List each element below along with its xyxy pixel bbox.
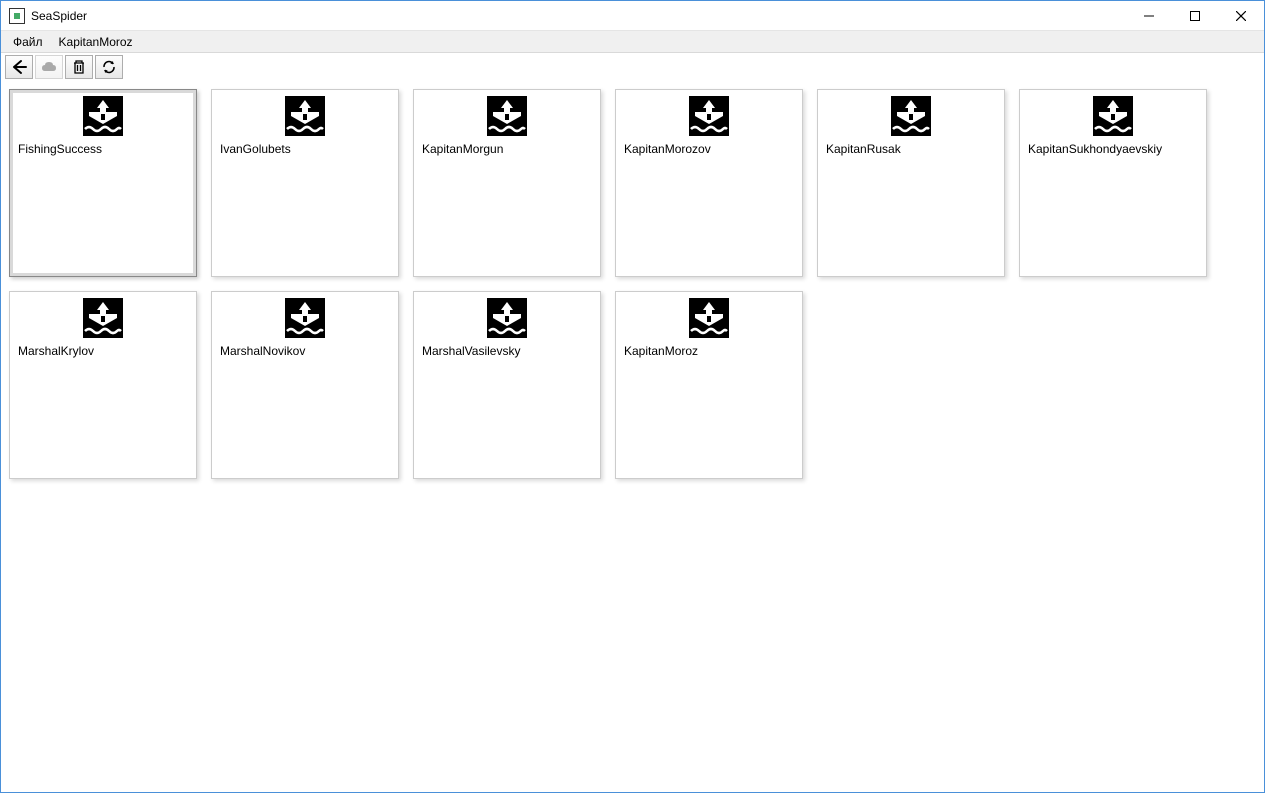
titlebar: SeaSpider xyxy=(1,1,1264,31)
close-icon xyxy=(1236,11,1246,21)
tile-label: KapitanRusak xyxy=(824,142,998,156)
maximize-icon xyxy=(1190,11,1200,21)
ship-icon xyxy=(285,298,325,338)
tile-item[interactable]: KapitanMorgun xyxy=(413,89,601,277)
menu-file[interactable]: Файл xyxy=(5,33,51,51)
ship-icon xyxy=(83,298,123,338)
refresh-button[interactable] xyxy=(95,55,123,79)
tile-item[interactable]: MarshalKrylov xyxy=(9,291,197,479)
window-title: SeaSpider xyxy=(31,9,87,23)
ship-icon xyxy=(1093,96,1133,136)
app-icon xyxy=(9,8,25,24)
maximize-button[interactable] xyxy=(1172,1,1218,31)
tile-label: KapitanMorozov xyxy=(622,142,796,156)
tile-item[interactable]: IvanGolubets xyxy=(211,89,399,277)
ship-icon xyxy=(891,96,931,136)
tile-label: MarshalKrylov xyxy=(16,344,190,358)
minimize-button[interactable] xyxy=(1126,1,1172,31)
ship-icon xyxy=(689,298,729,338)
refresh-icon xyxy=(101,59,117,75)
tile-item[interactable]: KapitanRusak xyxy=(817,89,1005,277)
cloud-button xyxy=(35,55,63,79)
tile-item[interactable]: FishingSuccess xyxy=(9,89,197,277)
ship-icon xyxy=(83,96,123,136)
tile-label: KapitanMoroz xyxy=(622,344,796,358)
ship-icon xyxy=(487,96,527,136)
tile-item[interactable]: MarshalVasilevsky xyxy=(413,291,601,479)
toolbar xyxy=(1,53,1264,81)
tile-label: IvanGolubets xyxy=(218,142,392,156)
tile-label: FishingSuccess xyxy=(16,142,190,156)
close-button[interactable] xyxy=(1218,1,1264,31)
minimize-icon xyxy=(1144,11,1154,21)
ship-icon xyxy=(487,298,527,338)
delete-button[interactable] xyxy=(65,55,93,79)
back-arrow-icon xyxy=(11,59,27,75)
tile-item[interactable]: KapitanMoroz xyxy=(615,291,803,479)
ship-icon xyxy=(689,96,729,136)
tile-label: KapitanMorgun xyxy=(420,142,594,156)
tile-item[interactable]: KapitanSukhondyaevskiy xyxy=(1019,89,1207,277)
menubar: Файл KapitanMoroz xyxy=(1,31,1264,53)
tile-item[interactable]: MarshalNovikov xyxy=(211,291,399,479)
cloud-icon xyxy=(41,59,57,75)
ship-icon xyxy=(285,96,325,136)
tile-label: KapitanSukhondyaevskiy xyxy=(1026,142,1200,156)
tile-item[interactable]: KapitanMorozov xyxy=(615,89,803,277)
window-controls xyxy=(1126,1,1264,31)
menu-kapitanmoroz[interactable]: KapitanMoroz xyxy=(51,33,141,51)
back-button[interactable] xyxy=(5,55,33,79)
tile-grid: FishingSuccess IvanGolubets KapitanMorgun K… xyxy=(1,81,1264,487)
tile-label: MarshalNovikov xyxy=(218,344,392,358)
tile-label: MarshalVasilevsky xyxy=(420,344,594,358)
trash-icon xyxy=(71,59,87,75)
